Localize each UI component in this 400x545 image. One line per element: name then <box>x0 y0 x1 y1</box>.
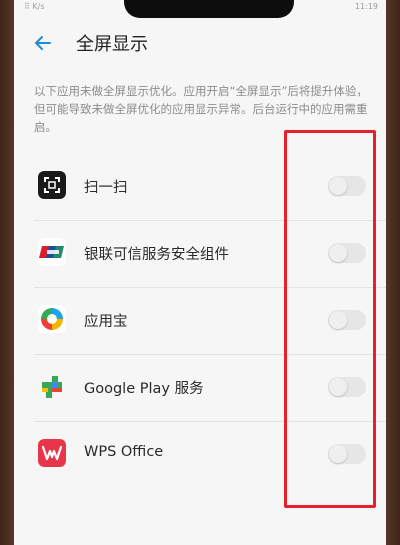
unionpay-icon <box>38 238 66 266</box>
back-arrow-icon[interactable] <box>32 32 54 54</box>
wps-office-icon <box>38 439 66 467</box>
status-left: ⠿ K/s <box>24 2 45 11</box>
description-text: 以下应用未做全屏显示优化。应用开启“全屏显示”后将提升体验，但可能导致未做全屏优… <box>34 84 368 134</box>
phone-screen: ⠿ K/s 11:19 全屏显示 以下应用未做全屏显示优化。应用开启“全屏显示”… <box>14 0 386 545</box>
page-title: 全屏显示 <box>76 34 148 55</box>
app-label: 银联可信服务安全组件 <box>84 247 229 263</box>
app-label: WPS Office <box>84 444 164 460</box>
status-time: 11:19 <box>354 2 378 11</box>
google-play-services-icon <box>42 376 62 398</box>
header: 全屏显示 <box>14 24 386 64</box>
camera-notch <box>124 0 294 18</box>
red-highlight-box <box>284 130 376 508</box>
app-label: 扫一扫 <box>84 180 128 196</box>
yingyongbao-icon <box>38 305 66 333</box>
scan-icon <box>38 171 66 199</box>
app-label: Google Play 服务 <box>84 381 204 397</box>
app-label: 应用宝 <box>84 314 128 330</box>
